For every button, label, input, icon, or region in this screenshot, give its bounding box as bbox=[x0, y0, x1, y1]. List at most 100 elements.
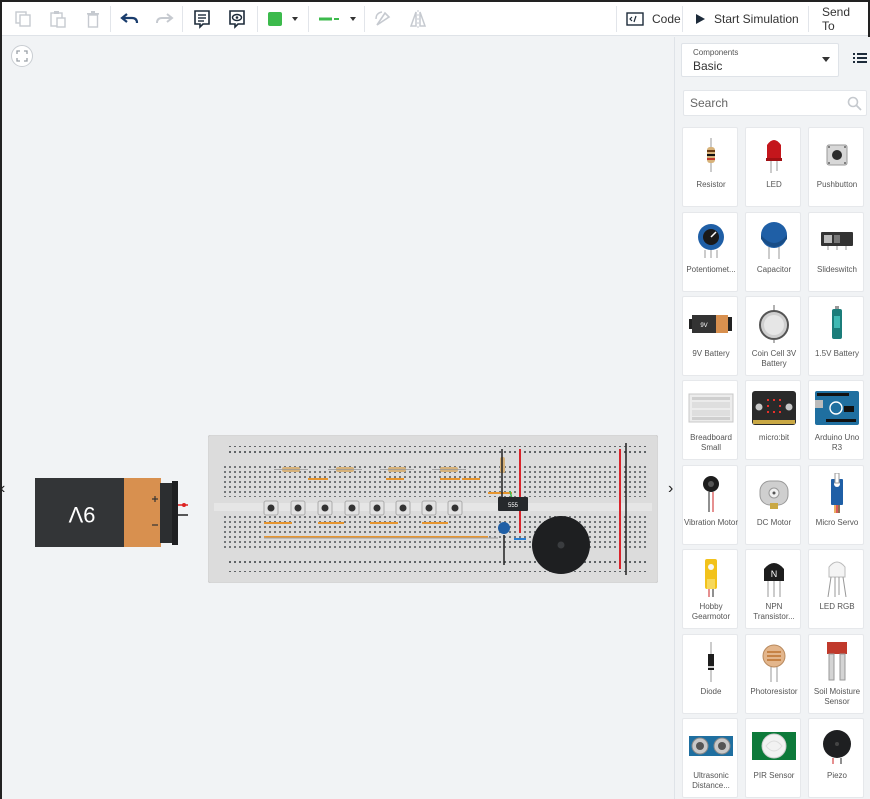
code-icon bbox=[626, 12, 644, 26]
component-tile-resistor[interactable]: Resistor bbox=[682, 127, 738, 207]
start-simulation-label: Start Simulation bbox=[714, 12, 799, 26]
component-tile-npn-transistor[interactable]: N NPN Transistor... bbox=[745, 549, 801, 629]
component-tile-hobby-gearmotor[interactable]: Hobby Gearmotor bbox=[682, 549, 738, 629]
fill-color-picker[interactable] bbox=[264, 7, 302, 31]
component-tile-micro-servo[interactable]: Micro Servo bbox=[808, 465, 864, 545]
battery-label: 9V bbox=[68, 502, 95, 527]
component-label: Ultrasonic Distance... bbox=[692, 771, 730, 790]
copy-icon[interactable] bbox=[11, 7, 35, 31]
redo-icon[interactable] bbox=[152, 7, 176, 31]
photoresistor-icon bbox=[746, 641, 802, 683]
components-dropdown[interactable]: Components Basic bbox=[681, 43, 839, 77]
component-tile-photoresistor[interactable]: Photoresistor bbox=[745, 634, 801, 714]
fit-view-icon bbox=[16, 50, 28, 62]
component-label: Arduino Uno R3 bbox=[814, 433, 860, 452]
capacitor-icon bbox=[746, 219, 802, 261]
component-tile-aa-battery[interactable]: 1.5V Battery bbox=[808, 296, 864, 376]
start-simulation-button[interactable]: Start Simulation bbox=[686, 6, 807, 32]
rotate-icon[interactable] bbox=[371, 7, 395, 31]
potentiometer-icon bbox=[683, 219, 739, 261]
play-icon bbox=[694, 13, 706, 25]
component-tile-pir-sensor[interactable]: PIR Sensor bbox=[745, 718, 801, 798]
component-tile-capacitor[interactable]: Capacitor bbox=[745, 212, 801, 292]
send-to-button[interactable]: Send To bbox=[814, 5, 868, 33]
chip-label: 555 bbox=[508, 503, 519, 509]
components-value: Basic bbox=[693, 59, 723, 73]
component-tile-microbit[interactable]: micro:bit bbox=[745, 380, 801, 460]
component-tile-slideswitch[interactable]: Slideswitch bbox=[808, 212, 864, 292]
breadboard[interactable]: 555 bbox=[208, 435, 658, 583]
coin-cell-icon bbox=[746, 303, 802, 345]
led-rgb-icon bbox=[809, 556, 864, 598]
code-button[interactable]: Code bbox=[618, 6, 689, 32]
component-label: Diode bbox=[700, 687, 722, 696]
component-tile-arduino-uno[interactable]: Arduino Uno R3 bbox=[808, 380, 864, 460]
component-label: PIR Sensor bbox=[753, 771, 795, 780]
arduino-icon bbox=[809, 387, 864, 429]
delete-icon[interactable] bbox=[81, 7, 105, 31]
component-label: NPN Transistor... bbox=[753, 602, 795, 621]
component-tile-soil-moisture-sensor[interactable]: Soil Moisture Sensor bbox=[808, 634, 864, 714]
vibration-motor-icon bbox=[683, 472, 739, 514]
search-input[interactable] bbox=[684, 91, 834, 115]
list-view-icon[interactable] bbox=[853, 51, 867, 69]
piezo-icon bbox=[809, 725, 864, 767]
component-label: Coin Cell 3V Battery bbox=[751, 349, 797, 368]
workplane-canvas[interactable]: ‹ › 9V 555 bbox=[0, 37, 674, 799]
component-label: 1.5V Battery bbox=[814, 349, 860, 358]
piezo-buzzer[interactable] bbox=[532, 516, 590, 574]
component-tile-led[interactable]: LED bbox=[745, 127, 801, 207]
component-label: Potentiomet... bbox=[686, 265, 736, 274]
component-tile-diode[interactable]: Diode bbox=[682, 634, 738, 714]
code-label: Code bbox=[652, 12, 681, 26]
pushbutton-icon bbox=[809, 134, 864, 176]
pir-sensor-icon bbox=[746, 725, 802, 767]
component-tile-coin-cell[interactable]: Coin Cell 3V Battery bbox=[745, 296, 801, 376]
micro-servo-icon bbox=[809, 472, 864, 514]
component-label: Soil Moisture Sensor bbox=[813, 687, 861, 706]
component-tile-dc-motor[interactable]: DC Motor bbox=[745, 465, 801, 545]
flip-icon[interactable] bbox=[406, 7, 430, 31]
component-tile-piezo[interactable]: Piezo bbox=[808, 718, 864, 798]
ultrasonic-icon bbox=[683, 725, 739, 767]
components-caption: Components bbox=[693, 48, 739, 57]
component-label: LED RGB bbox=[819, 602, 855, 611]
component-tile-breadboard-small[interactable]: Breadboard Small bbox=[682, 380, 738, 460]
search-icon[interactable] bbox=[847, 96, 862, 116]
component-label: Photoresistor bbox=[750, 687, 798, 696]
component-label: LED bbox=[766, 180, 782, 189]
component-tile-ultrasonic-sensor[interactable]: Ultrasonic Distance... bbox=[682, 718, 738, 798]
svg-text:N: N bbox=[771, 569, 778, 579]
component-tile-pushbutton[interactable]: Pushbutton bbox=[808, 127, 864, 207]
component-tile-9v-battery[interactable]: 9V 9V Battery bbox=[682, 296, 738, 376]
wire-color-picker[interactable] bbox=[315, 7, 359, 31]
resistor-icon bbox=[683, 134, 739, 176]
fill-color-swatch bbox=[268, 12, 282, 26]
search-box bbox=[683, 90, 867, 116]
diode-icon bbox=[683, 641, 739, 683]
notes-icon[interactable] bbox=[190, 7, 214, 31]
component-tile-potentiometer[interactable]: Potentiomet... bbox=[682, 212, 738, 292]
component-label: Slideswitch bbox=[816, 265, 857, 274]
paste-icon[interactable] bbox=[46, 7, 70, 31]
component-tile-vibration-motor[interactable]: Vibration Motor bbox=[682, 465, 738, 545]
capacitor-part[interactable] bbox=[498, 522, 510, 534]
battery-9v[interactable]: 9V bbox=[32, 475, 194, 551]
ic-555-timer[interactable]: 555 bbox=[498, 497, 528, 511]
component-tile-led-rgb[interactable]: LED RGB bbox=[808, 549, 864, 629]
collapse-panel-icon[interactable]: › bbox=[668, 480, 673, 498]
gearmotor-icon bbox=[683, 556, 739, 598]
component-label: Micro Servo bbox=[815, 518, 859, 527]
soil-moisture-icon bbox=[809, 641, 864, 683]
component-label: Breadboard Small bbox=[690, 433, 732, 452]
microbit-icon bbox=[746, 387, 802, 429]
chevron-left-icon[interactable]: ‹ bbox=[0, 480, 5, 498]
chevron-down-icon bbox=[822, 57, 830, 62]
undo-icon[interactable] bbox=[118, 7, 142, 31]
wire-style-icon bbox=[319, 17, 339, 21]
annotate-view-icon[interactable] bbox=[225, 7, 249, 31]
component-label: Resistor bbox=[696, 180, 726, 189]
zoom-to-fit-button[interactable] bbox=[11, 45, 33, 67]
chevron-down-icon bbox=[350, 17, 356, 21]
battery-aa-icon bbox=[809, 303, 864, 345]
